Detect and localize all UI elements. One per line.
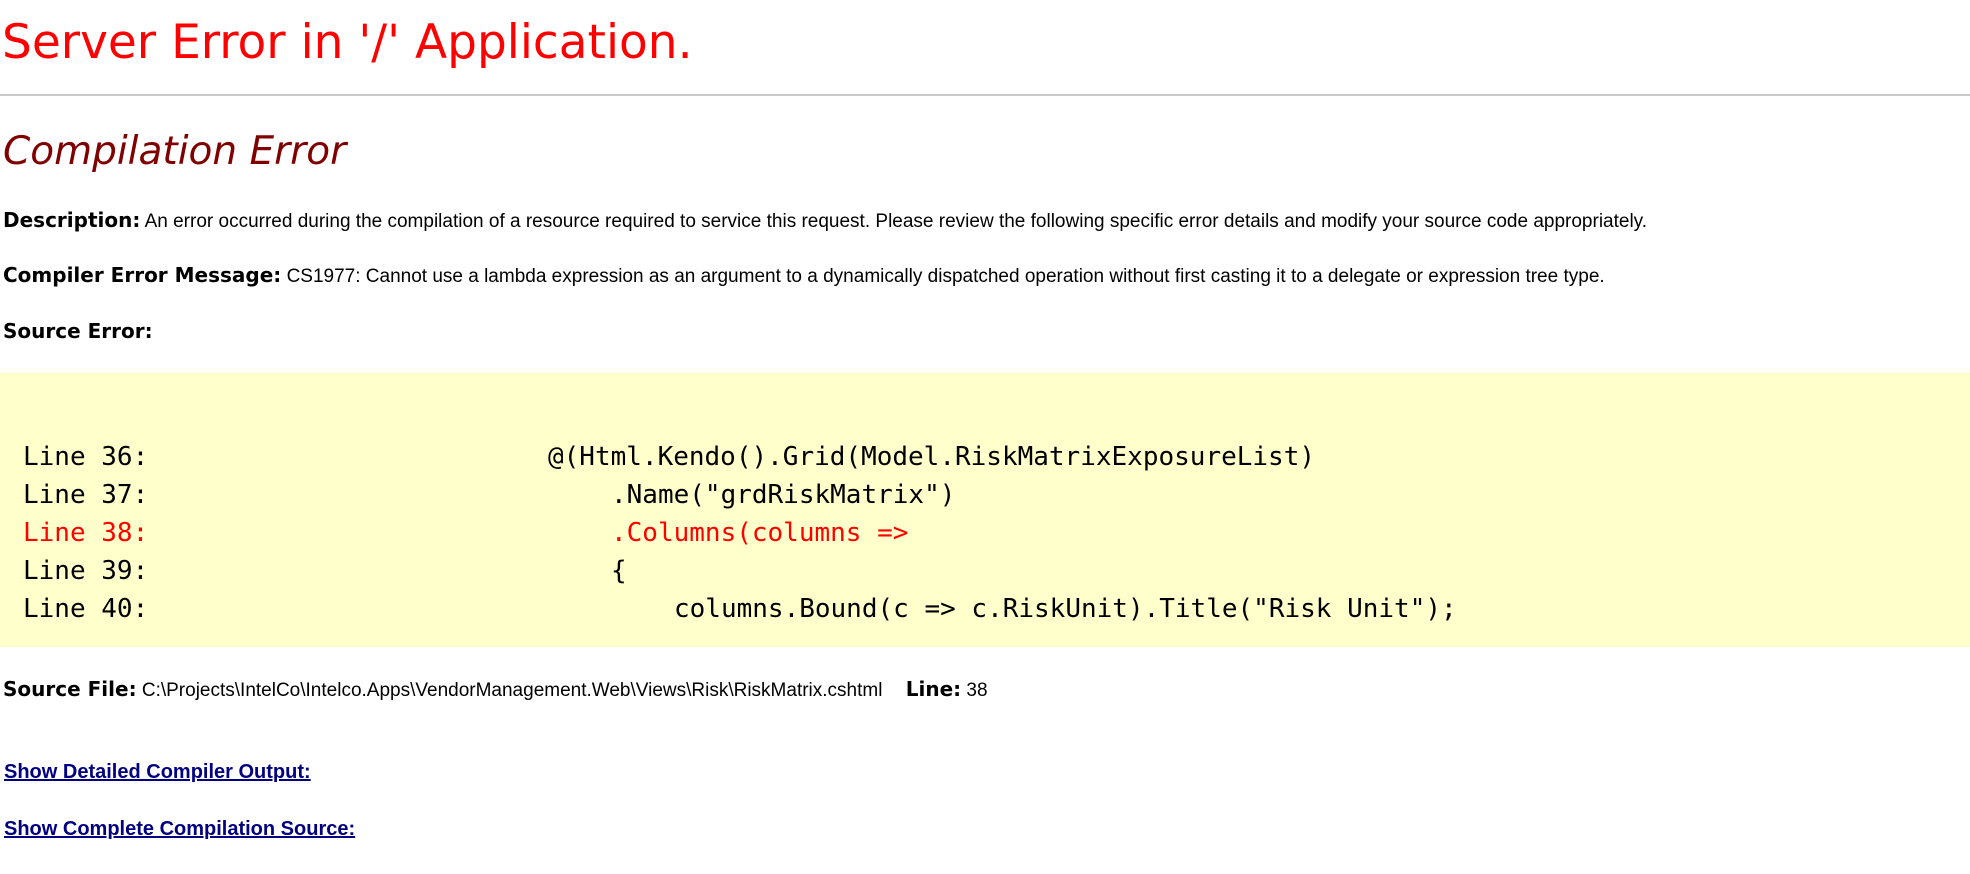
description-label: Description: [3,208,141,232]
code-line: Line 36: @(Html.Kendo().Grid(Model.RiskM… [23,438,1315,476]
line-number-value: 38 [966,680,988,701]
source-file-path: C:\Projects\IntelCo\Intelco.Apps\VendorM… [141,680,883,701]
source-error-label: Source Error: [3,319,153,343]
code-line-number: Line 40: [23,594,149,624]
show-complete-compilation-source-link[interactable]: Show Complete Compilation Source: [4,816,355,842]
description-line: Description: An error occurred during th… [3,207,1647,235]
horizontal-divider [0,94,1970,96]
code-line-text: { [611,556,627,586]
source-error-line: Source Error: [3,318,153,346]
page-title: Server Error in '/' Application. [2,15,693,70]
code-line-number: Line 36: [23,442,149,472]
code-line-number: Line 39: [23,556,149,586]
code-line-text: @(Html.Kendo().Grid(Model.RiskMatrixExpo… [548,442,1316,472]
code-line: Line 37: .Name("grdRiskMatrix") [23,476,955,514]
line-label: Line: [905,677,962,701]
compiler-error-line: Compiler Error Message: CS1977: Cannot u… [3,262,1605,290]
source-file-label: Source File: [3,677,137,701]
show-detailed-compiler-output-link[interactable]: Show Detailed Compiler Output: [4,759,311,785]
error-heading: Compilation Error [3,129,347,174]
code-line: Line 39: { [23,552,627,590]
source-file-line: Source File: C:\Projects\IntelCo\Intelco… [3,676,988,704]
compiler-error-label: Compiler Error Message: [3,263,282,287]
code-line: Line 40: columns.Bound(c => c.RiskUnit).… [23,590,1457,628]
source-code-box: Line 36: @(Html.Kendo().Grid(Model.RiskM… [0,373,1970,647]
description-text: An error occurred during the compilation… [144,211,1648,232]
code-line-number: Line 38: [23,518,149,548]
code-line-text: columns.Bound(c => c.RiskUnit).Title("Ri… [674,594,1457,624]
code-line-text: .Name("grdRiskMatrix") [611,480,956,510]
compiler-error-text: CS1977: Cannot use a lambda expression a… [286,266,1605,287]
code-line-error: Line 38: .Columns(columns => [23,514,908,552]
code-line-text: .Columns(columns => [611,518,909,548]
code-line-number: Line 37: [23,480,149,510]
